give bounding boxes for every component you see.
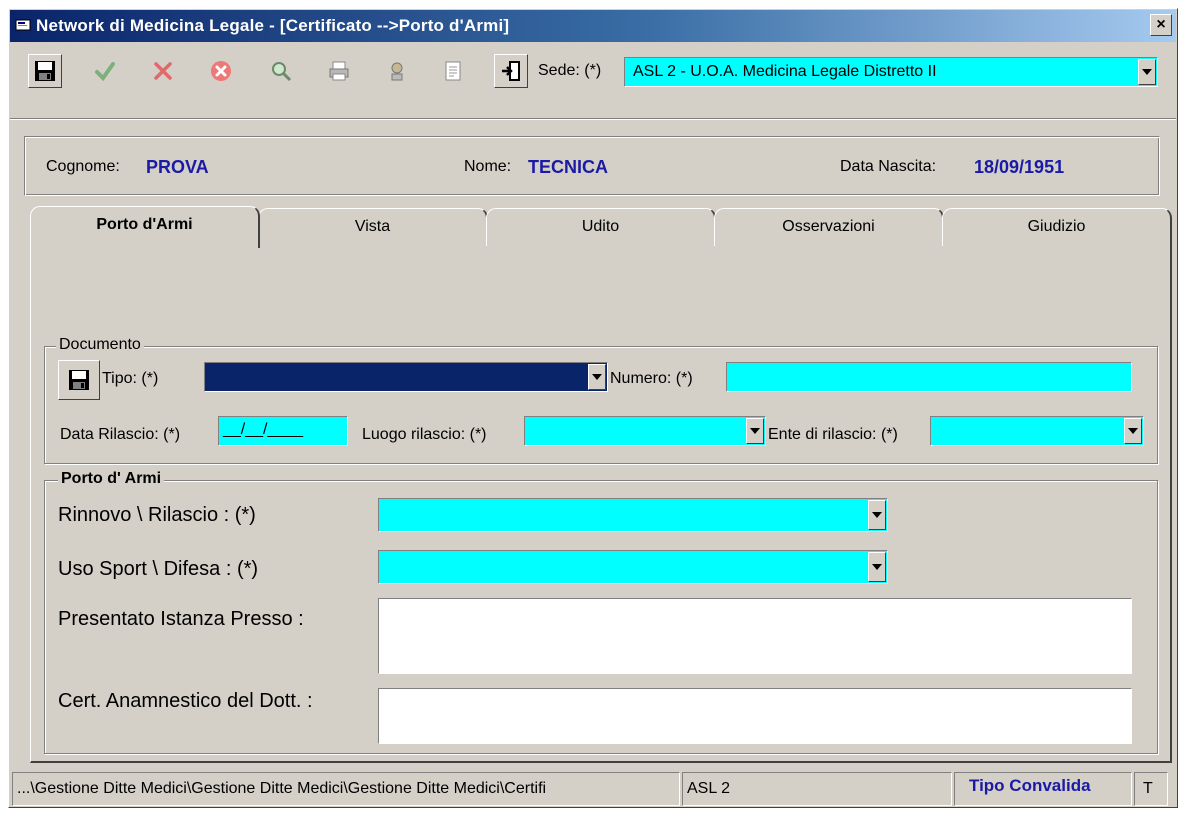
statusbar-path: ...\Gestione Ditte Medici\Gestione Ditte… [12, 772, 680, 806]
tab-label: Udito [581, 218, 620, 235]
tipo-select[interactable] [204, 362, 608, 392]
tab-udito[interactable]: Udito [486, 208, 716, 246]
documento-title: Documento [56, 336, 144, 354]
data-rilascio-label: Data Rilascio: (*) [60, 426, 181, 443]
cert-label: Cert. Anamnestico del Dott. : [58, 690, 313, 712]
chevron-down-icon[interactable] [868, 500, 886, 530]
tab-vista[interactable]: Vista [258, 208, 488, 246]
tipo-label: Tipo: (*) [102, 370, 159, 387]
uso-select[interactable] [378, 550, 888, 584]
checkmark-icon [95, 62, 115, 82]
printer-icon [329, 61, 349, 81]
toolbar-separator [10, 118, 1176, 120]
tab-giudizio[interactable]: Giudizio [942, 208, 1172, 246]
confirm-button[interactable] [88, 54, 122, 88]
rinnovo-select[interactable] [378, 498, 888, 532]
close-button[interactable]: × [1150, 14, 1172, 36]
data-nascita-value: 18/09/1951 [974, 157, 1065, 177]
sede-select[interactable]: ASL 2 - U.O.A. Medicina Legale Distretto… [624, 57, 1158, 87]
floppy-disk-icon [69, 370, 89, 390]
user-button[interactable] [380, 54, 414, 88]
print-button[interactable] [322, 54, 356, 88]
nome-label: Nome: [464, 158, 512, 175]
statusbar-asl: ASL 2 [682, 772, 952, 806]
search-icon [272, 62, 292, 82]
tab-label: Vista [354, 218, 391, 235]
exit-button[interactable] [494, 54, 528, 88]
statusbar-t: T [1134, 772, 1168, 806]
luogo-rilascio-label: Luogo rilascio: (*) [362, 426, 487, 443]
sede-label: Sede: (*) [538, 62, 602, 79]
documento-save-button[interactable] [58, 360, 100, 400]
porto-armi-title: Porto d' Armi [58, 470, 165, 488]
istanza-label: Presentato Istanza Presso : [58, 608, 304, 630]
red-x-icon [154, 62, 172, 80]
ente-rilascio-label: Ente di rilascio: (*) [768, 426, 898, 443]
cancel-button[interactable] [146, 54, 180, 88]
numero-input[interactable] [726, 362, 1132, 392]
data-rilascio-input[interactable]: __/__/____ [218, 416, 348, 446]
chevron-down-icon[interactable] [1138, 59, 1156, 85]
data-rilascio-value: __/__/____ [223, 421, 304, 438]
chevron-down-icon[interactable] [1124, 418, 1142, 444]
chevron-down-icon[interactable] [588, 364, 606, 390]
tab-osservazioni[interactable]: Osservazioni [714, 208, 944, 246]
search-button[interactable] [264, 54, 298, 88]
rinnovo-label: Rinnovo \ Rilascio : (*) [58, 504, 256, 526]
chevron-down-icon[interactable] [746, 418, 764, 444]
numero-label: Numero: (*) [610, 370, 693, 387]
document-button[interactable] [436, 54, 470, 88]
document-icon [445, 61, 461, 81]
luogo-rilascio-select[interactable] [524, 416, 766, 446]
cognome-label: Cognome: [46, 158, 120, 175]
nome-value: TECNICA [528, 157, 608, 177]
statusbar-tipo: Tipo Convalida [954, 772, 1132, 806]
ente-rilascio-select[interactable] [930, 416, 1144, 446]
cognome-value: PROVA [146, 157, 209, 177]
tab-label: Porto d'Armi [96, 216, 193, 233]
istanza-textarea[interactable] [378, 598, 1132, 674]
tab-label: Osservazioni [782, 218, 875, 235]
sede-value: ASL 2 - U.O.A. Medicina Legale Distretto… [633, 63, 937, 80]
close-icon: × [1156, 16, 1166, 33]
user-icon [391, 62, 403, 81]
tab-porto-darmi[interactable]: Porto d'Armi [30, 206, 260, 248]
red-stop-icon [211, 61, 231, 81]
exit-door-icon [502, 61, 520, 81]
cert-textarea[interactable] [378, 688, 1132, 744]
app-icon [15, 19, 31, 31]
save-button[interactable] [28, 54, 62, 88]
tab-label: Giudizio [1027, 218, 1086, 235]
delete-button[interactable] [204, 54, 238, 88]
window-title: Network di Medicina Legale - [Certificat… [36, 16, 510, 35]
data-nascita-label: Data Nascita: [840, 158, 937, 175]
chevron-down-icon[interactable] [868, 552, 886, 582]
uso-label: Uso Sport \ Difesa : (*) [58, 558, 259, 580]
floppy-disk-icon [35, 61, 55, 81]
